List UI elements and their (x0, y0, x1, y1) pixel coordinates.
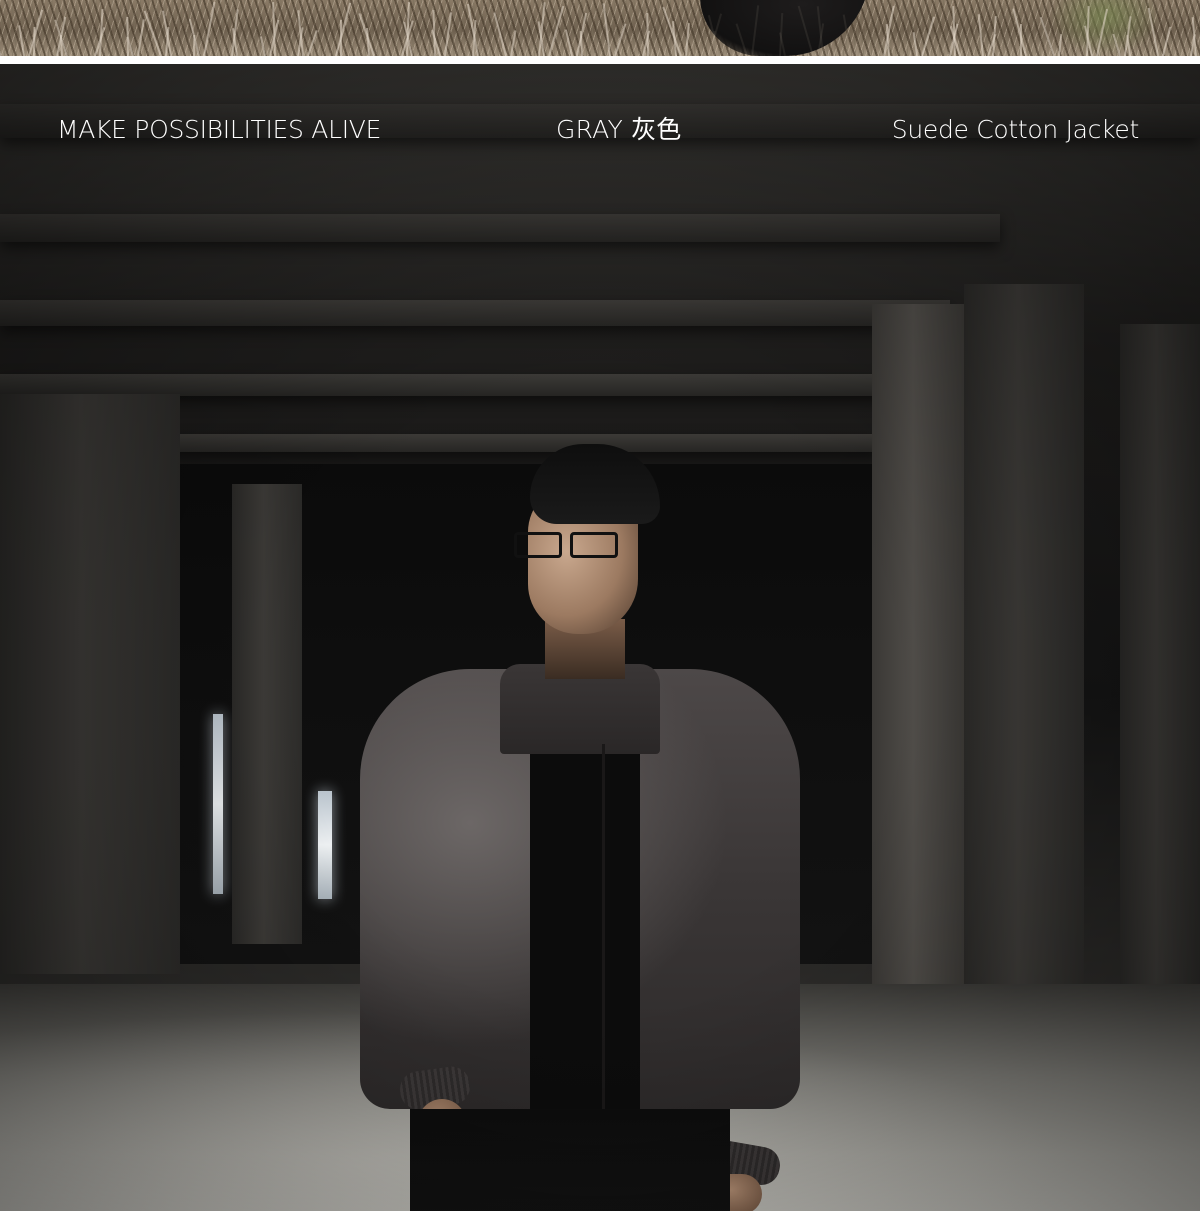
hair (530, 444, 660, 524)
grass-blade (1020, 24, 1022, 56)
concrete-pillar (964, 284, 1084, 1044)
glasses (512, 532, 632, 560)
window-light (213, 714, 223, 894)
grass-blade (855, 33, 863, 56)
ceiling-beam (0, 374, 900, 396)
section-divider (0, 56, 1200, 64)
concrete-pillar (872, 304, 964, 1044)
grass-blade (18, 25, 25, 56)
grass-blade (432, 9, 436, 56)
concrete-pillar (232, 484, 302, 944)
grass-blade (307, 30, 318, 56)
grass-blade (564, 29, 573, 56)
grass-blade (444, 12, 453, 56)
grass-blade (203, 1, 216, 56)
grass-blade (0, 36, 2, 56)
ceiling-beam (0, 214, 1000, 242)
grass-blade (137, 19, 145, 56)
grass-blade (259, 36, 266, 56)
ceiling-beam (0, 300, 950, 326)
concrete-pillar (1120, 324, 1200, 1024)
grass-blade (977, 14, 984, 56)
grass-blade (510, 30, 517, 56)
product-name: Suede Cotton Jacket (891, 115, 1140, 144)
color-label: GRAY 灰色 (556, 115, 682, 144)
grass-blade (671, 21, 677, 56)
grass-blade (548, 5, 565, 56)
window-light (318, 791, 332, 899)
grass-blade (28, 9, 44, 56)
grass-blade (602, 3, 611, 56)
grass-blade (193, 34, 196, 56)
black-shirt (530, 724, 640, 1154)
grass-blade (1162, 26, 1172, 56)
grass-blade (912, 32, 918, 56)
grass-blade (614, 23, 627, 56)
grass-blade (143, 10, 162, 56)
grass-blade (335, 2, 352, 56)
grass-blade (126, 16, 129, 56)
model-figure (340, 444, 820, 1211)
model-photo (0, 64, 1200, 1211)
brand-tagline: MAKE POSSIBILITIES ALIVE (57, 115, 382, 144)
grass-blade (921, 16, 935, 56)
outdoor-grass-photo (0, 0, 1200, 56)
concrete-pillar (0, 394, 180, 974)
grass-blade (685, 23, 690, 56)
product-detail-page: MAKE POSSIBILITIES ALIVE GRAY 灰色 Suede C… (0, 0, 1200, 1211)
black-pants (410, 1109, 730, 1211)
grass-blade (493, 12, 507, 56)
